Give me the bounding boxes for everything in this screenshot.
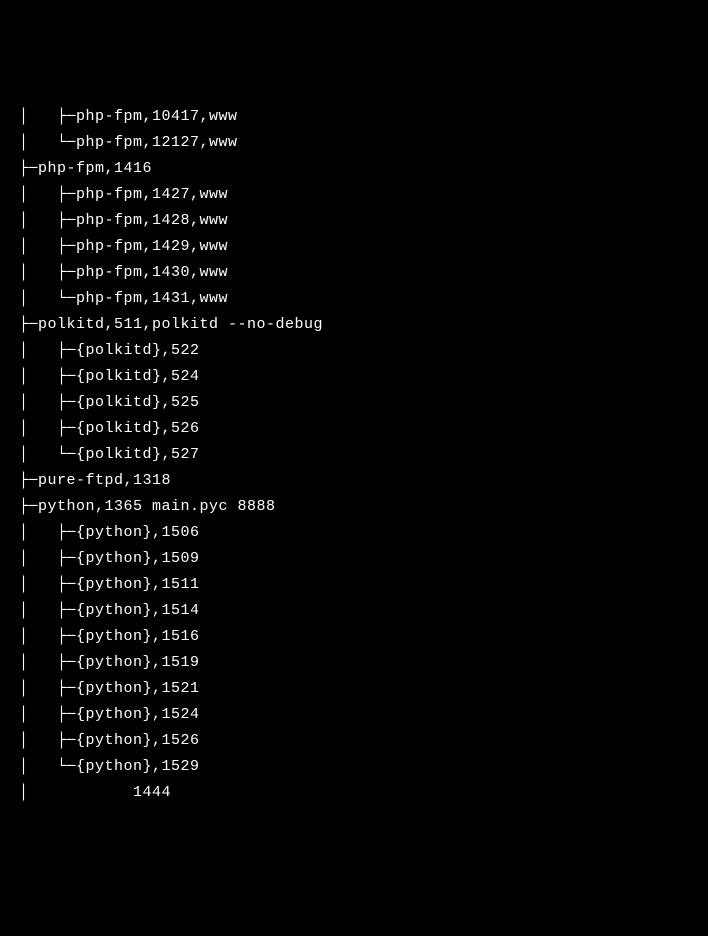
terminal-line: │ └─php-fpm,12127,www bbox=[0, 130, 708, 156]
terminal-line: │ ├─{polkitd},524 bbox=[0, 364, 708, 390]
terminal-line: │ ├─{python},1511 bbox=[0, 572, 708, 598]
terminal-line: │ ├─{python},1521 bbox=[0, 676, 708, 702]
terminal-line: │ ├─{python},1524 bbox=[0, 702, 708, 728]
terminal-line: │ ├─{python},1509 bbox=[0, 546, 708, 572]
terminal-line: │ ├─{polkitd},525 bbox=[0, 390, 708, 416]
terminal-line: │ 1444 bbox=[0, 780, 708, 806]
terminal-line: │ ├─{python},1516 bbox=[0, 624, 708, 650]
terminal-line: │ ├─php-fpm,1428,www bbox=[0, 208, 708, 234]
terminal-line: │ └─{python},1529 bbox=[0, 754, 708, 780]
terminal-line: │ ├─php-fpm,10417,www bbox=[0, 104, 708, 130]
terminal-line: │ ├─{python},1514 bbox=[0, 598, 708, 624]
terminal-line: ├─php-fpm,1416 bbox=[0, 156, 708, 182]
terminal-line: │ ├─php-fpm,1430,www bbox=[0, 260, 708, 286]
terminal-line: │ ├─php-fpm,1427,www bbox=[0, 182, 708, 208]
terminal-line: ├─python,1365 main.pyc 8888 bbox=[0, 494, 708, 520]
terminal-line: │ └─php-fpm,1431,www bbox=[0, 286, 708, 312]
terminal-line: ├─pure-ftpd,1318 bbox=[0, 468, 708, 494]
terminal-line: ├─polkitd,511,polkitd --no-debug bbox=[0, 312, 708, 338]
terminal-line: │ ├─php-fpm,1429,www bbox=[0, 234, 708, 260]
terminal-line: │ ├─{python},1506 bbox=[0, 520, 708, 546]
terminal-line: │ ├─{python},1519 bbox=[0, 650, 708, 676]
terminal-line: │ ├─{polkitd},526 bbox=[0, 416, 708, 442]
terminal-line: │ ├─{polkitd},522 bbox=[0, 338, 708, 364]
terminal-line: │ └─{polkitd},527 bbox=[0, 442, 708, 468]
terminal-output: │ ├─php-fpm,10417,www │ └─php-fpm,12127,… bbox=[0, 104, 708, 806]
terminal-line: │ ├─{python},1526 bbox=[0, 728, 708, 754]
